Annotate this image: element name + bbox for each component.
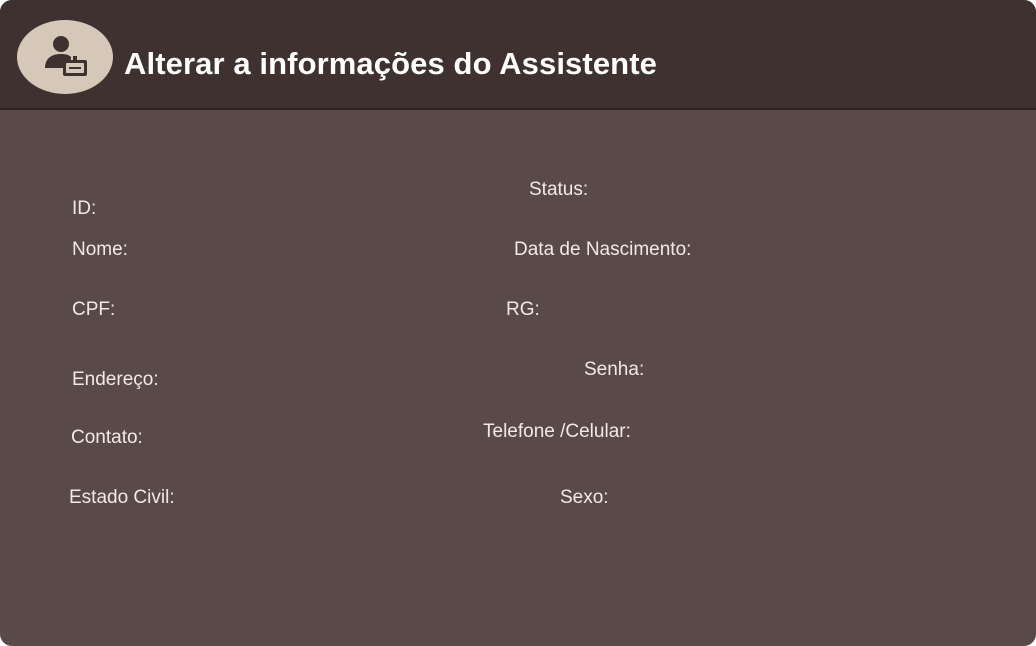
field-label-nome: Nome: (72, 239, 128, 260)
page-title: Alterar a informações do Assistente (124, 46, 657, 81)
field-label-estado-civil: Estado Civil: (69, 487, 175, 508)
assistant-badge-icon (45, 36, 87, 76)
field-label-status: Status: (529, 179, 589, 200)
header-bar: Alterar a informações do Assistente (0, 0, 1036, 110)
field-label-contato: Contato: (71, 427, 143, 448)
field-label-endereco: Endereço: (72, 369, 159, 390)
field-label-senha: Senha: (584, 359, 645, 380)
field-label-id: ID: (72, 198, 97, 219)
field-label-rg: RG: (506, 299, 540, 320)
avatar (17, 20, 113, 94)
edit-assistant-window: Alterar a informações do Assistente ID: … (0, 0, 1036, 646)
field-label-data-nascimento: Data de Nascimento: (514, 239, 692, 260)
field-label-telefone: Telefone /Celular: (483, 421, 631, 442)
field-label-sexo: Sexo: (560, 487, 609, 508)
field-label-cpf: CPF: (72, 299, 116, 320)
